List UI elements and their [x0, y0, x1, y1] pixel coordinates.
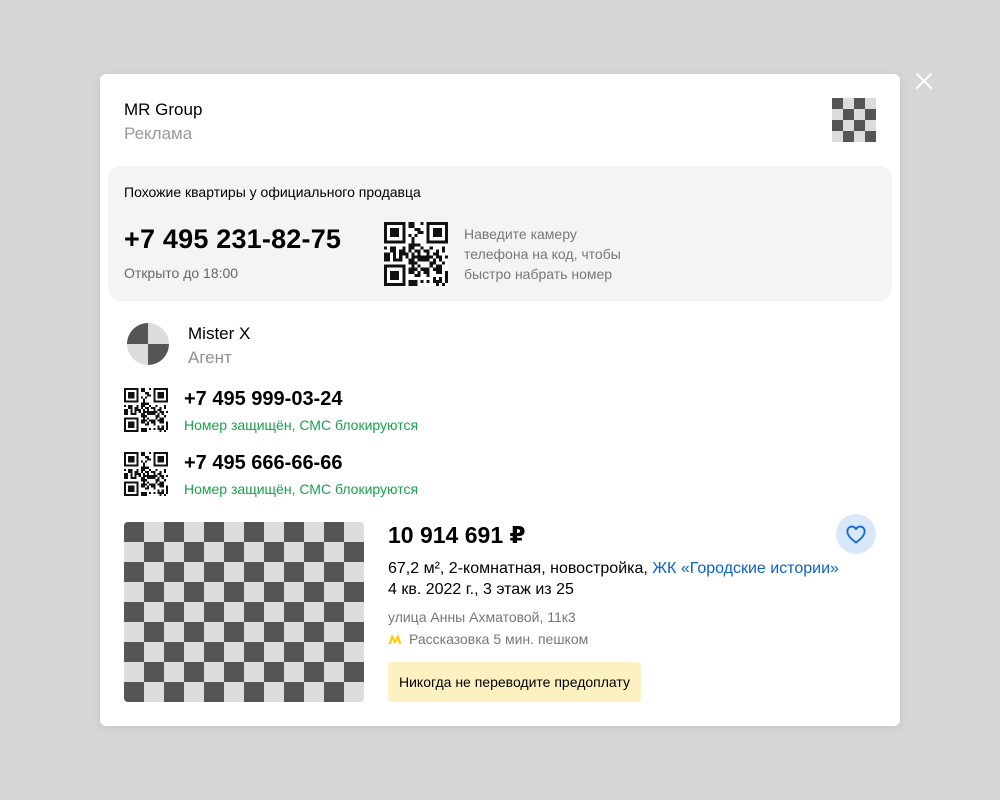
- opening-hours: Открыто до 18:00: [124, 265, 239, 281]
- residential-complex-link[interactable]: ЖК «Городские истории»: [652, 560, 839, 577]
- qr-code-icon: [384, 222, 448, 286]
- qr-code-icon: [124, 388, 168, 432]
- company-name: MR Group: [124, 100, 203, 119]
- agent-name: Mister X: [188, 324, 251, 343]
- metro-station: Рассказовка 5 мин. пешком: [409, 631, 589, 647]
- completion-floor: 4 кв. 2022 г., 3 этаж из 25: [388, 581, 574, 598]
- metro-info: Рассказовка 5 мин. пешком: [388, 631, 588, 647]
- listing-description: 67,2 м², 2-комнатная, новостройка, ЖК «Г…: [388, 560, 839, 578]
- protected-number-note: Номер защищён, СМС блокируются: [184, 417, 419, 433]
- agent-phone-row: +7 495 999-03-24 Номер защищён, СМС блок…: [124, 388, 524, 434]
- contacts-modal: MR Group Реклама Похожие квартиры у офиц…: [100, 74, 900, 726]
- agent-role: Агент: [188, 348, 232, 367]
- listing-photo[interactable]: [124, 522, 364, 702]
- agent-phone-number[interactable]: +7 495 666-66-66: [184, 452, 342, 475]
- company-logo: [832, 98, 876, 142]
- agent-phone-number[interactable]: +7 495 999-03-24: [184, 388, 342, 411]
- heart-icon: [846, 525, 866, 544]
- listing-price: 10 914 691 ₽: [388, 522, 526, 548]
- official-seller-block: Похожие квартиры у официального продавца…: [108, 166, 892, 301]
- ad-label: Реклама: [124, 124, 193, 143]
- listing-params: 67,2 м², 2-комнатная, новостройка,: [388, 560, 648, 577]
- qr-hint: Наведите камеру телефона на код, чтобы б…: [464, 226, 621, 282]
- close-button[interactable]: [912, 69, 936, 93]
- listing-address: улица Анны Ахматовой, 11к3: [388, 609, 576, 625]
- official-phone[interactable]: +7 495 231-82-75: [124, 224, 341, 255]
- qr-code-icon: [124, 452, 168, 496]
- close-icon: [916, 73, 932, 89]
- metro-icon: [388, 634, 402, 644]
- prepayment-warning: Никогда не переводите предоплату: [388, 662, 641, 702]
- agent-phone-row: +7 495 666-66-66 Номер защищён, СМС блок…: [124, 452, 524, 498]
- avatar: [127, 323, 169, 365]
- favorite-button[interactable]: [836, 514, 876, 554]
- protected-number-note: Номер защищён, СМС блокируются: [184, 481, 419, 497]
- official-seller-title: Похожие квартиры у официального продавца: [124, 184, 421, 200]
